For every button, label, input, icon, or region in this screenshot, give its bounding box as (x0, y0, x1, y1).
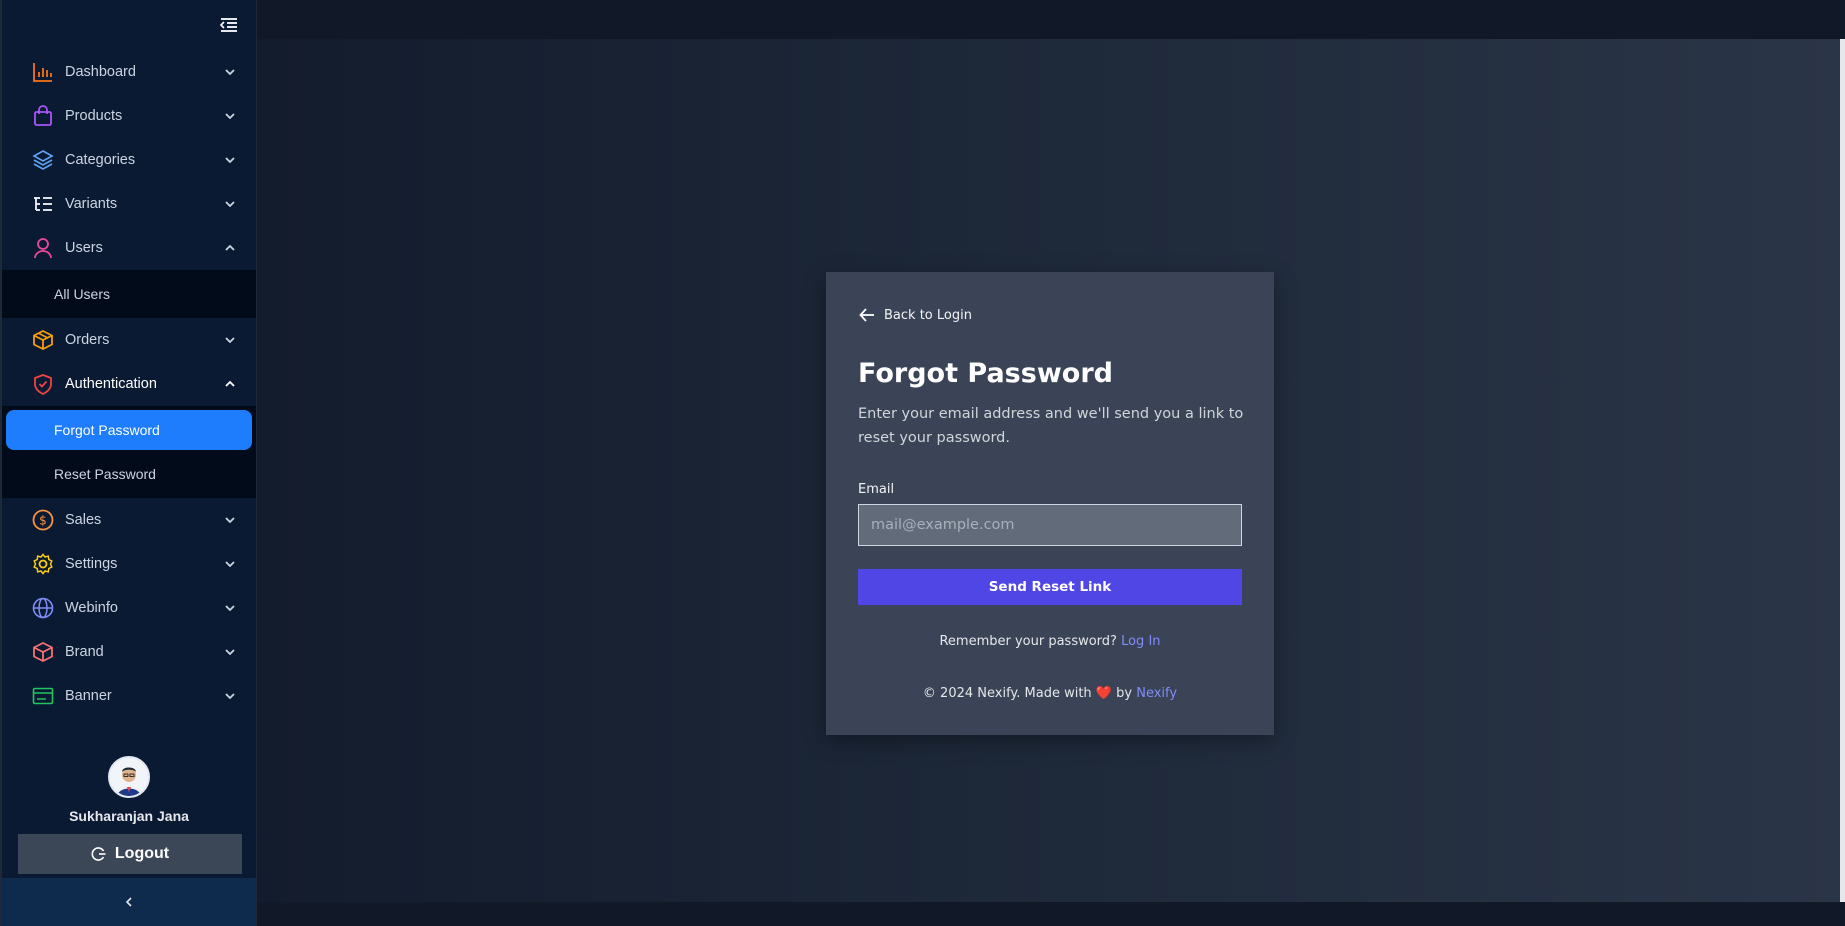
sidebar-subitem-all-users[interactable]: All Users (2, 272, 256, 316)
sidebar-item-users[interactable]: Users (2, 226, 256, 270)
remember-password-text: Remember your password? Log In (826, 634, 1274, 649)
scrollbar[interactable] (1840, 39, 1845, 902)
box-icon (31, 328, 55, 352)
sidebar-collapse-button[interactable] (2, 878, 256, 926)
sidebar: Dashboard Products Categories Variants U… (0, 0, 257, 926)
list-tree-icon (31, 192, 55, 216)
sidebar-item-label: Dashboard (65, 64, 136, 80)
chevron-left-icon (125, 897, 132, 907)
sidebar-item-label: Webinfo (65, 600, 118, 616)
svg-text:$: $ (39, 514, 47, 528)
sidebar-item-products[interactable]: Products (2, 94, 256, 138)
heart-icon: ❤️ (1095, 686, 1112, 701)
sidebar-item-label: Authentication (65, 376, 157, 392)
copyright-by: by (1116, 686, 1133, 701)
sidebar-item-categories[interactable]: Categories (2, 138, 256, 182)
logout-button[interactable]: Logout (18, 834, 242, 874)
chevron-down-icon (225, 201, 235, 208)
email-field[interactable] (858, 504, 1242, 546)
users-submenu: All Users (2, 270, 256, 318)
chevron-down-icon (225, 693, 235, 700)
sidebar-item-webinfo[interactable]: Webinfo (2, 586, 256, 630)
app-root: Dashboard Products Categories Variants U… (0, 0, 1845, 926)
chart-bar-icon (31, 60, 55, 84)
sidebar-item-label: Variants (65, 196, 118, 212)
sidebar-item-dashboard[interactable]: Dashboard (2, 50, 256, 94)
sidebar-header (2, 0, 256, 50)
sidebar-item-label: Categories (65, 152, 136, 168)
sidebar-item-label: Products (65, 108, 123, 124)
sidebar-subitem-forgot-password[interactable]: Forgot Password (6, 410, 252, 450)
sidebar-item-banner[interactable]: Banner (2, 674, 256, 718)
banner-icon (31, 684, 55, 708)
user-name: Sukharanjan Jana (69, 808, 189, 824)
chevron-up-icon (225, 380, 235, 387)
forgot-password-card: Back to Login Forgot Password Enter your… (826, 272, 1274, 735)
dollar-circle-icon: $ (31, 508, 55, 532)
copyright-footer: © 2024 Nexify. Made with ❤️ by Nexify (826, 686, 1274, 701)
chevron-up-icon (225, 244, 235, 251)
sidebar-item-label: Sales (65, 512, 102, 528)
sidebar-item-label: Brand (65, 644, 104, 660)
sidebar-item-authentication[interactable]: Authentication (2, 362, 256, 406)
sidebar-item-label: Settings (65, 556, 118, 572)
shield-check-icon (31, 372, 55, 396)
chevron-down-icon (225, 113, 235, 120)
email-label: Email (858, 482, 895, 497)
chevron-down-icon (225, 517, 235, 524)
chevron-down-icon (225, 561, 235, 568)
sidebar-item-settings[interactable]: Settings (2, 542, 256, 586)
remember-label: Remember your password? (939, 634, 1117, 649)
main-area: Back to Login Forgot Password Enter your… (258, 0, 1845, 926)
arrow-left-icon (859, 308, 874, 322)
chevron-down-icon (225, 157, 235, 164)
back-to-login-label: Back to Login (884, 307, 972, 323)
sidebar-subitem-reset-password[interactable]: Reset Password (2, 452, 256, 496)
logout-label: Logout (114, 845, 170, 862)
avatar[interactable] (108, 756, 150, 798)
nexify-link[interactable]: Nexify (1136, 686, 1177, 701)
gear-icon (31, 552, 55, 576)
send-reset-link-button[interactable]: Send Reset Link (858, 569, 1242, 605)
sidebar-item-label: Users (65, 240, 103, 256)
globe-icon (31, 596, 55, 620)
package-icon (31, 640, 55, 664)
sidebar-item-orders[interactable]: Orders (2, 318, 256, 362)
chevron-down-icon (225, 649, 235, 656)
page-title: Forgot Password (858, 358, 1113, 389)
logout-icon (91, 847, 106, 861)
chevron-down-icon (225, 337, 235, 344)
sidebar-item-label: Orders (65, 332, 110, 348)
sidebar-item-sales[interactable]: $ Sales (2, 498, 256, 542)
chevron-down-icon (225, 69, 235, 76)
content-panel: Back to Login Forgot Password Enter your… (258, 39, 1840, 902)
layers-icon (31, 148, 55, 172)
page-description: Enter your email address and we'll send … (858, 406, 1244, 446)
authentication-submenu: Forgot Password Reset Password (2, 406, 256, 498)
chevron-down-icon (225, 605, 235, 612)
user-profile: Sukharanjan Jana (2, 756, 256, 824)
user-icon (31, 236, 55, 260)
back-to-login-link[interactable]: Back to Login (858, 306, 972, 324)
sidebar-item-brand[interactable]: Brand (2, 630, 256, 674)
login-link[interactable]: Log In (1121, 634, 1160, 649)
shopping-bag-icon (31, 104, 55, 128)
copyright-prefix: © 2024 Nexify. Made with (922, 686, 1092, 701)
sidebar-item-label: Banner (65, 688, 112, 704)
sidebar-nav: Dashboard Products Categories Variants U… (2, 50, 256, 718)
sidebar-item-variants[interactable]: Variants (2, 182, 256, 226)
menu-collapse-icon[interactable] (219, 15, 239, 35)
